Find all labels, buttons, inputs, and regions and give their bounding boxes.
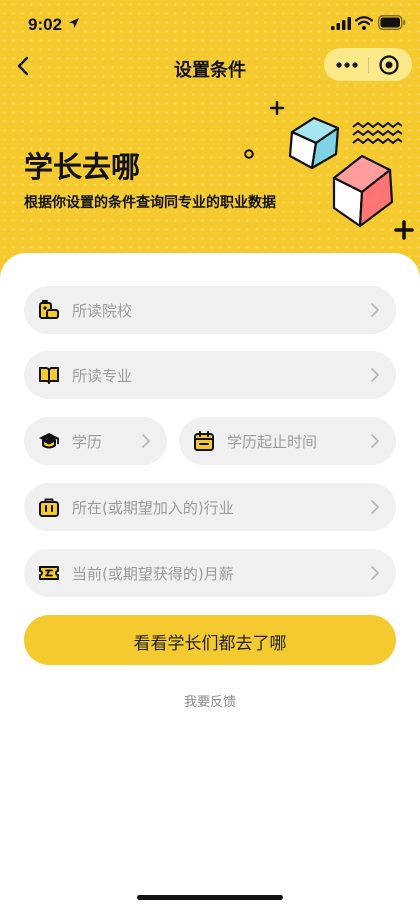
- industry-field[interactable]: 所在(或期望加入的)行业: [24, 483, 396, 531]
- degree-period-field[interactable]: 学历起止时间: [179, 417, 396, 465]
- chevron-right-icon: [371, 566, 379, 580]
- miniprogram-capsule: [324, 48, 412, 81]
- degree-placeholder: 学历: [72, 433, 103, 451]
- graduation-cap-icon: [39, 433, 59, 449]
- submit-button[interactable]: 看看学长们都去了哪: [24, 615, 396, 665]
- school-field[interactable]: 所读院校: [24, 286, 396, 334]
- chevron-right-icon: [142, 434, 150, 448]
- more-dots-icon[interactable]: [334, 55, 360, 75]
- school-placeholder: 所读院校: [72, 302, 133, 320]
- hero-title: 学长去哪: [24, 150, 141, 184]
- degree-period-placeholder: 学历起止时间: [227, 433, 318, 451]
- chevron-right-icon: [371, 434, 379, 448]
- briefcase-icon: [39, 498, 59, 517]
- major-placeholder: 所读专业: [72, 367, 133, 385]
- feedback-link[interactable]: 我要反馈: [0, 691, 420, 710]
- hero-subtitle: 根据你设置的条件查询同专业的职业数据: [24, 195, 276, 211]
- home-indicator: [137, 895, 283, 900]
- cellular-signal-icon: [331, 17, 351, 30]
- major-field[interactable]: 所读专业: [24, 351, 396, 399]
- industry-placeholder: 所在(或期望加入的)行业: [72, 499, 234, 517]
- capsule-divider: [368, 57, 369, 73]
- calendar-icon: [194, 431, 214, 451]
- chevron-right-icon: [371, 500, 379, 514]
- battery-icon: [378, 15, 406, 30]
- salary-field[interactable]: 当前(或期望获得的)月薪: [24, 549, 396, 597]
- close-miniprogram-icon[interactable]: [378, 54, 400, 76]
- wifi-icon: [355, 16, 373, 30]
- degree-field[interactable]: 学历: [24, 417, 167, 465]
- chevron-right-icon: [371, 303, 379, 317]
- ticket-icon: [39, 566, 59, 580]
- school-icon: [39, 300, 59, 319]
- status-time: 9:02: [28, 15, 63, 34]
- status-bar: 9:02: [0, 0, 420, 48]
- book-icon: [39, 367, 59, 384]
- chevron-right-icon: [371, 368, 379, 382]
- salary-placeholder: 当前(或期望获得的)月薪: [72, 565, 234, 583]
- location-arrow-icon: [69, 18, 79, 28]
- submit-button-label: 看看学长们都去了哪: [133, 634, 287, 654]
